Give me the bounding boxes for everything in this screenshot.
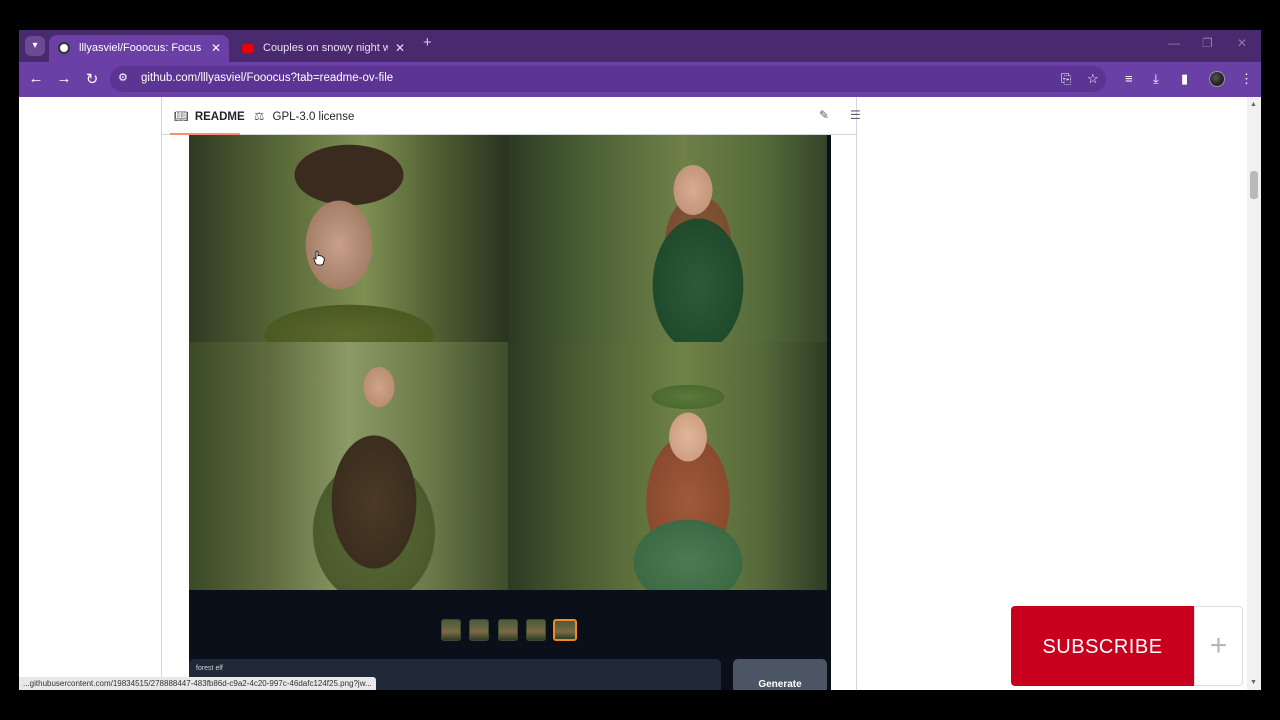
tab-search-button[interactable]: ▾ [25, 36, 45, 56]
tab-youtube[interactable]: Couples on snowy night walking ✕ [233, 35, 413, 62]
outline-list-icon[interactable]: ☰ [850, 108, 861, 122]
url-text[interactable]: github.com/lllyasviel/Fooocus?tab=readme… [141, 72, 393, 84]
youtube-icon [242, 44, 254, 53]
scrollbar-thumb[interactable] [1250, 171, 1258, 199]
bookmark-star-icon[interactable]: ☆ [1087, 71, 1099, 87]
minimize-icon[interactable]: — [1168, 36, 1180, 50]
close-tab-icon[interactable]: ✕ [395, 35, 405, 61]
close-window-icon[interactable]: ✕ [1237, 36, 1247, 50]
restore-icon[interactable]: ❐ [1202, 36, 1213, 50]
prompt-value: forest elf [196, 665, 223, 672]
thumbnail-selected[interactable] [553, 619, 577, 641]
install-app-icon[interactable]: ⎘ [1061, 71, 1071, 87]
fooocus-screenshot: forest elf Generate [189, 135, 831, 690]
address-bar[interactable]: ⚙ github.com/lllyasviel/Fooocus?tab=read… [110, 66, 1106, 92]
edit-pencil-icon[interactable]: ✎ [819, 108, 829, 122]
side-panel-icon[interactable]: ▮ [1181, 71, 1188, 87]
readme-header: 📖︎ README ⚖ GPL-3.0 license ✎ ☰ [162, 97, 861, 135]
tab-fooocus[interactable]: lllyasviel/Fooocus: Focus on pro ✕ [49, 35, 229, 62]
generated-image-3[interactable] [189, 342, 508, 590]
close-tab-icon[interactable]: ✕ [211, 35, 221, 61]
new-tab-button[interactable]: + [423, 34, 432, 51]
download-icon[interactable]: ⤓ [1153, 71, 1159, 87]
back-icon[interactable]: ← [26, 70, 46, 87]
profile-avatar[interactable] [1209, 71, 1225, 87]
divider [161, 97, 162, 690]
thumbnail[interactable] [526, 619, 546, 641]
tab-readme[interactable]: 📖︎ README [174, 109, 245, 123]
scroll-down-arrow[interactable]: ▼ [1250, 679, 1257, 686]
forward-icon[interactable]: → [54, 70, 74, 87]
book-icon: 📖︎ [174, 111, 189, 123]
mouse-cursor-icon [313, 250, 325, 266]
page-content: 📖︎ README ⚖ GPL-3.0 license ✎ ☰ forest e… [19, 97, 1261, 690]
browser-window: ▾ lllyasviel/Fooocus: Focus on pro ✕ Cou… [19, 30, 1261, 690]
scale-icon: ⚖ [254, 111, 265, 123]
tab-strip: ▾ lllyasviel/Fooocus: Focus on pro ✕ Cou… [19, 30, 1261, 62]
subscribe-button[interactable]: SUBSCRIBE [1011, 606, 1194, 686]
status-bubble: ...githubusercontent.com/19834515/278888… [19, 677, 376, 690]
thumbnail[interactable] [441, 619, 461, 641]
tab-title: lllyasviel/Fooocus: Focus on pro [79, 42, 204, 54]
generate-button[interactable]: Generate [733, 659, 827, 690]
reload-icon[interactable]: ↻ [82, 70, 102, 88]
github-icon [58, 42, 70, 54]
license-tab-label: GPL-3.0 license [272, 111, 355, 123]
generated-image-4[interactable] [508, 342, 827, 590]
tab-title: Couples on snowy night walking [263, 42, 388, 54]
subscribe-overlay: SUBSCRIBE + [1011, 606, 1243, 686]
site-info-icon[interactable]: ⚙ [118, 71, 128, 84]
plus-icon[interactable]: + [1194, 606, 1243, 686]
scroll-up-arrow[interactable]: ▲ [1250, 101, 1257, 108]
thumbnail[interactable] [498, 619, 518, 641]
generated-image-2[interactable] [508, 135, 827, 342]
tab-license[interactable]: ⚖ GPL-3.0 license [254, 109, 354, 123]
thumbnail[interactable] [469, 619, 489, 641]
media-controls-icon[interactable]: ≡ [1125, 71, 1133, 86]
divider [856, 97, 857, 690]
image-grid [189, 135, 827, 590]
readme-tab-label: README [194, 111, 245, 123]
browser-toolbar: ← → ↻ ⚙ github.com/lllyasviel/Fooocus?ta… [19, 62, 1261, 97]
generated-image-1[interactable] [189, 135, 508, 342]
menu-kebab-icon[interactable]: ⋮ [1240, 71, 1253, 87]
